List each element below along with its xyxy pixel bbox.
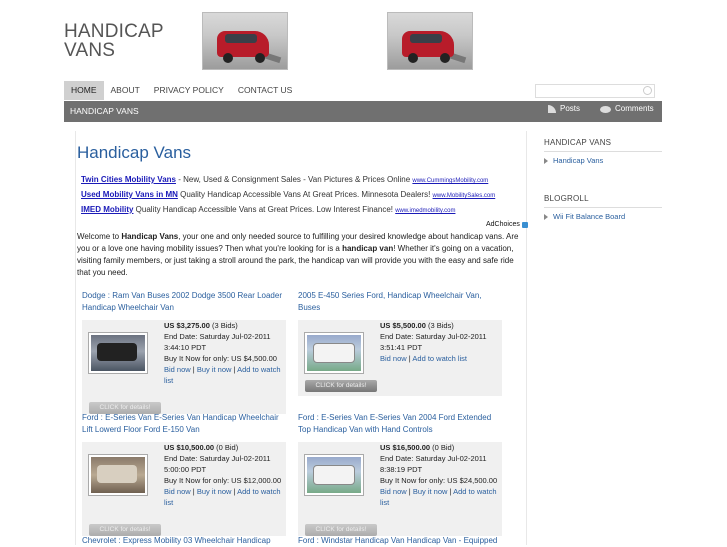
- arrow-right-icon: [544, 213, 548, 220]
- site-title-line2: VANS: [64, 40, 116, 61]
- intro-text: Welcome to Handicap Vans, your one and o…: [77, 232, 519, 277]
- listing-price: US $3,275.00: [164, 321, 210, 330]
- bid-now-link[interactable]: Bid now: [380, 354, 407, 363]
- page-title: Handicap Vans: [77, 143, 192, 162]
- click-details-button[interactable]: CLICK for details!: [305, 380, 377, 392]
- listing-title[interactable]: Dodge : Ram Van Buses 2002 Dodge 3500 Re…: [82, 290, 287, 314]
- listing-details: US $16,500.00 (0 Bid) End Date: Saturday…: [380, 442, 504, 508]
- main-nav: HOME ABOUT PRIVACY POLICY CONTACT US: [64, 81, 299, 100]
- ad-line: Twin Cities Mobility Vans - New, Used & …: [81, 175, 489, 184]
- sidebar-divider: [544, 151, 662, 152]
- listing-end-date: End Date: Saturday Jul-02-2011 5:00:00 P…: [164, 454, 271, 474]
- listing-end-date: End Date: Saturday Jul-02-2011 8:38:19 P…: [380, 454, 487, 474]
- site-title-line1: HANDICAP: [64, 21, 164, 42]
- adchoices-icon: [521, 221, 528, 228]
- listing-photo[interactable]: [304, 454, 364, 496]
- sidebar-heading: HANDICAP VANS: [544, 138, 612, 147]
- listing-price: US $16,500.00: [380, 443, 431, 452]
- listing-photo[interactable]: [88, 454, 148, 496]
- sidebar-heading: BLOGROLL: [544, 194, 589, 203]
- bid-now-link[interactable]: Bid now: [164, 487, 191, 496]
- buy-now-link[interactable]: Buy it now: [197, 365, 232, 374]
- listing-box: US $16,500.00 (0 Bid) End Date: Saturday…: [298, 442, 502, 536]
- listing-details: US $5,500.00 (3 Bids) End Date: Saturday…: [380, 320, 504, 364]
- ad-line: IMED Mobility Quality Handicap Accessibl…: [81, 205, 456, 214]
- sidebar-divider: [544, 207, 662, 208]
- nav-home[interactable]: HOME: [64, 81, 104, 100]
- arrow-right-icon: [544, 157, 548, 164]
- ad-link[interactable]: Used Mobility Vans in MN: [81, 190, 178, 199]
- listing-buy-price: Buy It Now for only: US $24,500.00: [380, 476, 498, 485]
- site-title[interactable]: HANDICAP VANS: [64, 22, 164, 60]
- listing-buy-price: Buy It Now for only: US $12,000.00: [164, 476, 282, 485]
- listing-price: US $5,500.00: [380, 321, 426, 330]
- sidebar-link[interactable]: Handicap Vans: [544, 156, 603, 165]
- ad-link[interactable]: IMED Mobility: [81, 205, 133, 214]
- listing-title[interactable]: Ford : E-Series Van E-Series Van Handica…: [82, 412, 287, 436]
- listing-end-date: End Date: Saturday Jul-02-2011 3:44:10 P…: [164, 332, 271, 352]
- ad-url[interactable]: www.MobilitySales.com: [433, 193, 496, 199]
- listing-title[interactable]: 2005 E-450 Series Ford, Handicap Wheelch…: [298, 290, 503, 314]
- comments-feed-link[interactable]: Comments: [600, 101, 654, 117]
- ad-url[interactable]: www.CummingsMobility.com: [412, 178, 488, 184]
- search-icon[interactable]: [643, 86, 652, 95]
- sidebar-link[interactable]: Wii Fit Balance Board: [544, 212, 625, 221]
- listing-box: US $3,275.00 (3 Bids) End Date: Saturday…: [82, 320, 286, 414]
- adchoices-link[interactable]: AdChoices: [486, 221, 528, 228]
- category-bar: HANDICAP VANS Posts Comments: [64, 101, 662, 122]
- listing-price: US $10,500.00: [164, 443, 215, 452]
- listing-box: US $10,500.00 (0 Bid) End Date: Saturday…: [82, 442, 286, 536]
- buy-now-link[interactable]: Buy it now: [197, 487, 232, 496]
- rss-icon: [548, 105, 556, 113]
- bid-now-link[interactable]: Bid now: [164, 365, 191, 374]
- comment-bubble-icon: [600, 105, 611, 113]
- listing-end-date: End Date: Saturday Jul-02-2011 3:51:41 P…: [380, 332, 487, 352]
- listing-title[interactable]: Ford : E-Series Van E-Series Van 2004 Fo…: [298, 412, 503, 436]
- nav-privacy-policy[interactable]: PRIVACY POLICY: [147, 81, 231, 100]
- header-van-image-1: [202, 12, 288, 70]
- listing-photo[interactable]: [88, 332, 148, 374]
- bid-now-link[interactable]: Bid now: [380, 487, 407, 496]
- nav-about[interactable]: ABOUT: [104, 81, 147, 100]
- ad-link[interactable]: Twin Cities Mobility Vans: [81, 175, 176, 184]
- listing-box: US $5,500.00 (3 Bids) End Date: Saturday…: [298, 320, 502, 396]
- listing-title[interactable]: Chevrolet : Express Mobility 03 Wheelcha…: [82, 535, 287, 547]
- posts-feed-link[interactable]: Posts: [548, 101, 580, 117]
- listing-details: US $10,500.00 (0 Bid) End Date: Saturday…: [164, 442, 288, 508]
- listing-buy-price: Buy It Now for only: US $4,500.00: [164, 354, 277, 363]
- main-content: Handicap Vans Twin Cities Mobility Vans …: [75, 131, 528, 547]
- ad-line: Used Mobility Vans in MN Quality Handica…: [81, 190, 496, 199]
- ad-url[interactable]: www.imedmobility.com: [395, 208, 455, 214]
- listing-photo[interactable]: [304, 332, 364, 374]
- search-input[interactable]: [535, 84, 655, 98]
- listing-title[interactable]: Ford : Windstar Handicap Van Handicap Va…: [298, 535, 503, 547]
- listing-details: US $3,275.00 (3 Bids) End Date: Saturday…: [164, 320, 288, 386]
- watch-list-link[interactable]: Add to watch list: [412, 354, 467, 363]
- buy-now-link[interactable]: Buy it now: [413, 487, 448, 496]
- nav-contact-us[interactable]: CONTACT US: [231, 81, 299, 100]
- header-van-image-2: [387, 12, 473, 70]
- category-label[interactable]: HANDICAP VANS: [70, 101, 139, 122]
